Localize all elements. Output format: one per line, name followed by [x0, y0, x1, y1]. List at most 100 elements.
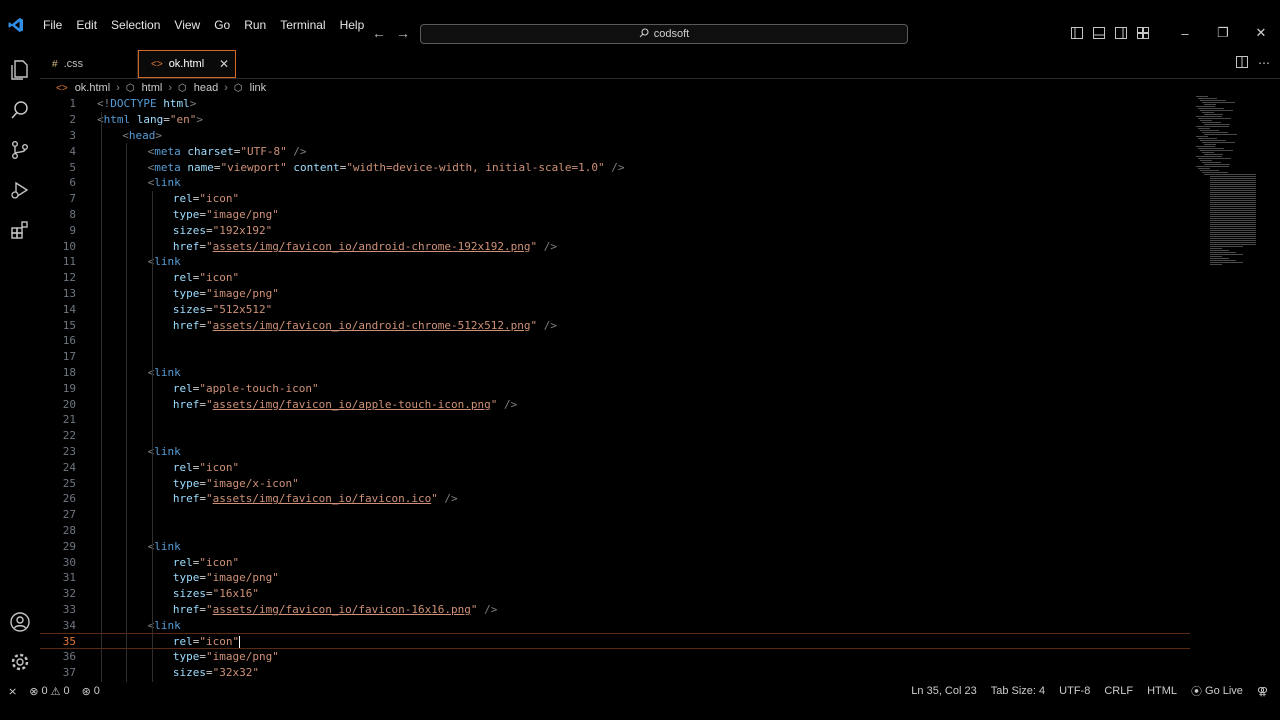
tab-css[interactable]: # .css — [40, 50, 138, 78]
language-mode[interactable]: HTML — [1147, 685, 1177, 697]
cursor-position[interactable]: Ln 35, Col 23 — [911, 685, 976, 697]
menu-item-selection[interactable]: Selection — [104, 18, 167, 32]
minimap-line — [1196, 156, 1222, 157]
code-line[interactable]: 25 type="image/x-icon" — [40, 475, 1190, 491]
code-line[interactable]: 19 rel="apple-touch-icon" — [40, 380, 1190, 396]
end-of-line[interactable]: CRLF — [1104, 685, 1133, 697]
minimap-line — [1198, 138, 1217, 139]
settings-gear-icon[interactable] — [8, 650, 32, 674]
breadcrumb-item[interactable]: html — [142, 82, 163, 94]
source-control-icon[interactable] — [8, 138, 32, 162]
toggle-panel-icon[interactable] — [1088, 24, 1110, 42]
code-token[interactable]: assets/img/favicon_io/favicon.ico — [213, 492, 432, 505]
run-debug-icon[interactable] — [8, 178, 32, 202]
code-token[interactable]: assets/img/favicon_io/android-chrome-192… — [213, 240, 531, 253]
line-number: 20 — [62, 397, 76, 411]
code-line[interactable]: 28 — [40, 523, 1190, 539]
tab-size[interactable]: Tab Size: 4 — [991, 685, 1045, 697]
code-token: href — [172, 397, 200, 411]
code-line[interactable]: 4 <meta charset="UTF-8" /> — [40, 143, 1190, 159]
code-line[interactable]: 30 rel="icon" — [40, 554, 1190, 570]
split-editor-icon[interactable] — [1236, 56, 1248, 71]
command-center-search[interactable]: codsoft — [420, 24, 908, 44]
breadcrumb-item[interactable]: head — [194, 82, 218, 94]
explorer-icon[interactable] — [8, 58, 32, 82]
code-line[interactable]: 20 href="assets/img/favicon_io/apple-touc… — [40, 396, 1190, 412]
ports-indicator[interactable]: ⊛ 0 — [82, 685, 100, 698]
close-tab-icon[interactable]: ✕ — [219, 57, 229, 71]
code-line[interactable]: 24 rel="icon" — [40, 459, 1190, 475]
forward-arrow-icon[interactable]: → — [396, 25, 410, 41]
code-line[interactable]: 36 type="image/png" — [40, 649, 1190, 665]
code-line[interactable]: 27 — [40, 507, 1190, 523]
code-text: type="image/png" — [173, 287, 279, 300]
code-line[interactable]: 2 <html lang="en"> — [40, 112, 1190, 128]
code-line[interactable]: 10 href="assets/img/favicon_io/android-ch… — [40, 238, 1190, 254]
minimap[interactable] — [1196, 96, 1272, 276]
line-number: 11 — [62, 255, 76, 269]
back-arrow-icon[interactable]: ← — [372, 25, 386, 41]
code-token: name — [180, 160, 214, 174]
code-text: href="assets/img/favicon_io/android-chro… — [173, 240, 557, 253]
code-line[interactable]: 23<link — [40, 444, 1190, 460]
minimize-icon[interactable]: – — [1166, 24, 1204, 42]
code-line[interactable]: 32 sizes="16x16" — [40, 586, 1190, 602]
breadcrumb-item[interactable]: ok.html — [75, 82, 110, 94]
menu-item-go[interactable]: Go — [207, 18, 237, 32]
code-line[interactable]: 5 <meta name="viewport" content="width=de… — [40, 159, 1190, 175]
accounts-icon[interactable] — [8, 610, 32, 634]
code-line[interactable]: 34<link — [40, 617, 1190, 633]
code-line[interactable]: 15 href="assets/img/favicon_io/android-ch… — [40, 317, 1190, 333]
code-token[interactable]: assets/img/favicon_io/apple-touch-icon.p… — [213, 398, 491, 411]
code-line[interactable]: 16 — [40, 333, 1190, 349]
code-line[interactable]: 14 sizes="512x512" — [40, 301, 1190, 317]
code-line[interactable]: 31 type="image/png" — [40, 570, 1190, 586]
encoding[interactable]: UTF-8 — [1059, 685, 1090, 697]
go-live-button[interactable]: ⦿ Go Live — [1191, 683, 1243, 699]
customize-layout-icon[interactable] — [1132, 24, 1154, 42]
more-actions-icon[interactable]: ⋯ — [1258, 56, 1270, 71]
code-line[interactable]: 33 href="assets/img/favicon_io/favicon-16… — [40, 602, 1190, 618]
code-line[interactable]: 12 rel="icon" — [40, 270, 1190, 286]
code-token: "icon" — [199, 555, 240, 569]
menu-item-terminal[interactable]: Terminal — [273, 18, 332, 32]
menu-item-file[interactable]: File — [36, 18, 69, 32]
code-line[interactable]: 3 <head> — [40, 128, 1190, 144]
code-line[interactable]: 7 rel="icon" — [40, 191, 1190, 207]
code-line[interactable]: 8 type="image/png" — [40, 207, 1190, 223]
code-token[interactable]: assets/img/favicon_io/favicon-16x16.png — [213, 603, 471, 616]
menu-item-help[interactable]: Help — [333, 18, 372, 32]
toggle-secondary-sidebar-icon[interactable] — [1110, 24, 1132, 42]
code-line[interactable]: 22 — [40, 428, 1190, 444]
close-window-icon[interactable]: ✕ — [1242, 24, 1280, 42]
code-line[interactable]: 13 type="image/png" — [40, 286, 1190, 302]
code-token: > — [189, 97, 197, 111]
menu-item-run[interactable]: Run — [237, 18, 273, 32]
tab-ok-html[interactable]: <> ok.html ✕ — [138, 50, 236, 78]
minimap-line — [1202, 162, 1221, 163]
menu-item-edit[interactable]: Edit — [69, 18, 104, 32]
code-line[interactable]: 26 href="assets/img/favicon_io/favicon.ic… — [40, 491, 1190, 507]
code-line[interactable]: 6 <link — [40, 175, 1190, 191]
code-line[interactable]: 18<link — [40, 365, 1190, 381]
code-line[interactable]: 1 <!DOCTYPE html> — [40, 96, 1190, 112]
code-line[interactable]: 17 — [40, 349, 1190, 365]
remote-indicator-icon[interactable]: ⨯ — [8, 685, 17, 698]
extensions-icon[interactable] — [8, 218, 32, 242]
code-line[interactable]: 9 sizes="192x192" — [40, 222, 1190, 238]
minimap-line — [1210, 216, 1256, 217]
problems-indicator[interactable]: ⊗ 0 ⚠ 0 — [29, 685, 69, 698]
search-sidebar-icon[interactable] — [8, 98, 32, 122]
code-line[interactable]: 37 sizes="32x32" — [40, 665, 1190, 681]
code-line[interactable]: 21 — [40, 412, 1190, 428]
toggle-primary-sidebar-icon[interactable] — [1066, 24, 1088, 42]
code-line[interactable]: 35 rel="icon" — [40, 633, 1190, 649]
code-token[interactable]: assets/img/favicon_io/android-chrome-512… — [213, 319, 531, 332]
code-line[interactable]: 11<link — [40, 254, 1190, 270]
code-editor[interactable]: 1<!DOCTYPE html>2<html lang="en">3<head>… — [40, 96, 1190, 682]
code-line[interactable]: 29<link — [40, 538, 1190, 554]
notifications-bell-icon[interactable]: ⚢ — [1257, 685, 1268, 698]
menu-item-view[interactable]: View — [167, 18, 207, 32]
breadcrumb-item[interactable]: link — [250, 82, 267, 94]
restore-icon[interactable]: ❐ — [1204, 24, 1242, 42]
